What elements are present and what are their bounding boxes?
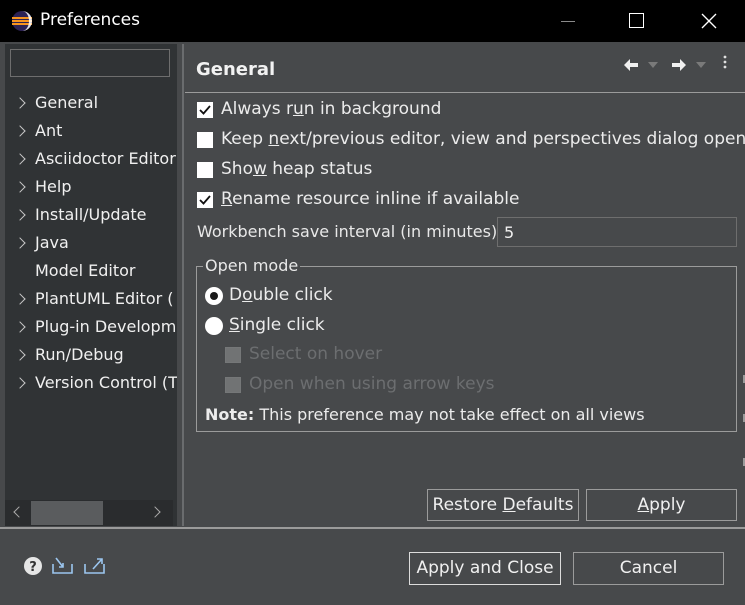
page-title: General [196,59,276,80]
tree-item-version-control[interactable]: Version Control (T [5,370,177,398]
export-icon[interactable] [83,556,107,576]
chevron-right-icon[interactable] [14,125,26,137]
option-label: Show heap status [221,159,373,179]
scroll-right-icon[interactable] [149,506,161,518]
window-title: Preferences [40,10,140,30]
footer-divider [0,527,745,529]
forward-arrow-icon[interactable] [671,58,687,72]
horizontal-scrollbar[interactable] [5,500,173,526]
checkmark-icon [199,105,211,115]
maximize-button[interactable] [613,0,659,42]
tree-item-label: Java [35,233,69,252]
header-divider [185,92,745,93]
scrollbar-thumb[interactable] [31,501,103,525]
note-text: This preference may not take effect on a… [254,405,645,424]
apply-button[interactable]: Apply [586,489,737,521]
preference-tree-panel: General Ant Asciidoctor Editor Help Inst… [5,44,177,526]
panel-splitter[interactable] [182,44,184,526]
tree-item-label: Run/Debug [35,345,124,364]
tree-item-run-debug[interactable]: Run/Debug [5,342,177,370]
back-dropdown-icon[interactable] [648,62,658,68]
chevron-right-icon[interactable] [14,349,26,361]
open-with-arrow-keys-checkbox [225,377,241,393]
option-label: Keep next/previous editor, view and pers… [221,129,745,149]
double-click-radio[interactable] [205,287,223,305]
chevron-right-icon[interactable] [14,377,26,389]
title-bar: Preferences [0,0,745,42]
page-header: General [185,44,745,92]
tree-item-install-update[interactable]: Install/Update [5,202,177,230]
tree-item-label: PlantUML Editor ( [35,289,174,308]
rename-resource-inline-checkbox[interactable] [197,192,213,208]
preference-tree: General Ant Asciidoctor Editor Help Inst… [5,90,177,398]
apply-and-close-button[interactable]: Apply and Close [409,552,561,585]
cancel-button[interactable]: Cancel [573,552,724,585]
chevron-right-icon[interactable] [14,209,26,221]
tree-item-asciidoctor-editor[interactable]: Asciidoctor Editor [5,146,177,174]
option-label: Rename resource inline if available [221,189,520,209]
keep-next-previous-checkbox[interactable] [197,132,213,148]
tree-item-label: Version Control (T [35,373,177,392]
chevron-right-icon[interactable] [14,181,26,193]
select-on-hover-checkbox [225,347,241,363]
minimize-button[interactable] [545,0,591,42]
tree-item-label: Plug-in Developm [35,317,177,336]
chevron-right-icon[interactable] [14,237,26,249]
tree-item-label: Install/Update [35,205,147,224]
help-icon[interactable]: ? [23,556,43,576]
restore-defaults-button[interactable]: Restore Defaults [427,489,579,521]
close-button[interactable] [685,0,731,42]
single-click-radio[interactable] [205,317,223,335]
option-label: Open when using arrow keys [249,374,495,394]
filter-input[interactable] [10,49,170,77]
option-label: Always run in background [221,99,442,119]
close-icon [701,13,717,29]
tree-item-model-editor[interactable]: Model Editor [5,258,177,286]
checkmark-icon [199,195,211,205]
tree-item-label: Ant [35,121,63,140]
always-run-in-background-checkbox[interactable] [197,102,213,118]
option-label: Select on hover [249,344,383,364]
back-arrow-icon[interactable] [623,58,639,72]
svg-text:?: ? [29,560,37,575]
chevron-right-icon[interactable] [14,97,26,109]
option-label: Single click [229,315,325,335]
tree-item-label: General [35,93,99,112]
forward-dropdown-icon[interactable] [696,62,706,68]
tree-item-java[interactable]: Java [5,230,177,258]
option-label: Double click [229,285,333,305]
tree-item-help[interactable]: Help [5,174,177,202]
tree-item-label: Help [35,177,72,196]
tree-item-plugin-development[interactable]: Plug-in Developm [5,314,177,342]
open-mode-legend: Open mode [203,256,301,275]
tree-item-ant[interactable]: Ant [5,118,177,146]
show-heap-status-checkbox[interactable] [197,162,213,178]
chevron-right-icon[interactable] [14,321,26,333]
save-interval-input[interactable] [497,217,737,247]
tree-item-general[interactable]: General [5,90,177,118]
eclipse-logo-icon [12,11,32,31]
import-icon[interactable] [51,556,75,576]
chevron-right-icon[interactable] [14,293,26,305]
scroll-left-icon[interactable] [13,506,25,518]
open-mode-note: Note: This preference may not take effec… [205,405,645,424]
tree-item-label: Model Editor [35,261,136,280]
note-label: Note: [205,405,255,424]
tree-item-label: Asciidoctor Editor [35,149,176,168]
view-menu-icon[interactable] [723,54,727,70]
save-interval-label: Workbench save interval (in minutes): [197,222,503,241]
tree-item-plantuml-editor[interactable]: PlantUML Editor ( [5,286,177,314]
chevron-right-icon[interactable] [14,153,26,165]
